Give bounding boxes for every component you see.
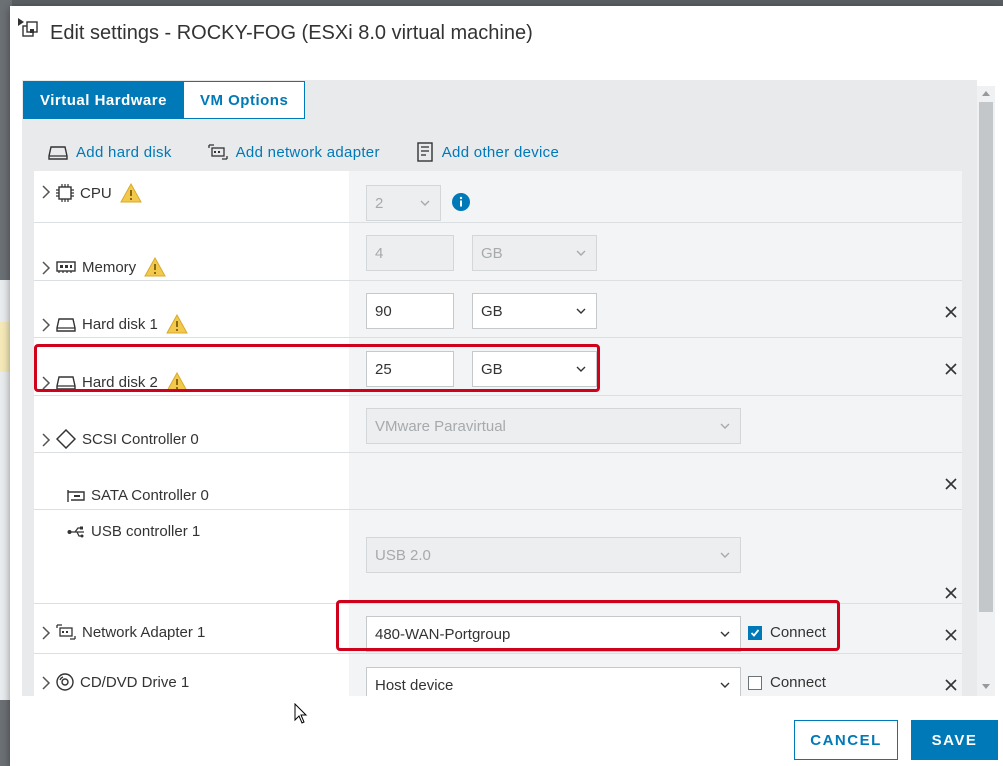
add-network-adapter-label: Add network adapter [235,143,380,161]
hard-disk-icon [56,318,76,332]
checkbox-unchecked-icon [748,675,762,690]
warning-icon [119,183,142,203]
network-label: Network Adapter 1 [82,623,206,641]
network-adapter-icon [56,624,76,640]
row-divider [34,337,962,338]
add-hard-disk-button[interactable]: Add hard disk [48,142,172,162]
scrollbar-thumb[interactable] [979,102,993,612]
add-hard-disk-label: Add hard disk [76,143,172,161]
network-row-label: Network Adapter 1 [56,623,205,641]
scsi-type-value: VMware Paravirtual [375,417,506,435]
remove-usb-close-icon[interactable] [944,586,958,600]
row-divider [34,509,962,510]
cpu-label: CPU [80,184,112,202]
row-divider [34,222,962,223]
expand-hard-disk-1-chevron-icon[interactable] [39,318,53,332]
cpu-count-select[interactable]: 2 [366,185,441,221]
expand-cdrom-chevron-icon[interactable] [39,676,53,690]
expand-memory-chevron-icon[interactable] [39,261,53,275]
scsi-type-select[interactable]: VMware Paravirtual [366,408,741,444]
cdrom-label: CD/DVD Drive 1 [80,673,190,691]
row-divider [34,653,962,654]
cancel-button[interactable]: CANCEL [794,720,898,760]
other-device-icon [417,142,433,162]
hard-disk-1-unit-value: GB [481,302,503,320]
sata-label: SATA Controller 0 [91,487,209,504]
memory-unit-value: GB [481,244,503,262]
memory-icon [56,261,76,273]
remove-hard-disk-1-close-icon[interactable] [944,305,958,319]
warning-icon [166,314,188,334]
memory-row-label: Memory [56,257,167,277]
memory-size-input[interactable]: 4 [366,235,454,271]
memory-label: Memory [82,258,137,276]
chevron-down-icon [720,552,730,558]
expand-scsi-chevron-icon[interactable] [39,433,53,447]
scroll-up-icon[interactable] [981,89,991,97]
row-divider [34,280,962,281]
network-adapter-highlight [336,600,840,651]
scsi-controller-icon [56,429,76,449]
vm-settings-icon [18,18,38,37]
usb-row-label: USB controller 1 [67,523,200,540]
vertical-scrollbar[interactable] [977,86,995,696]
cdrom-source-value: Host device [375,676,454,694]
remove-cdrom-close-icon[interactable] [944,678,958,692]
hard-disk-1-row-label: Hard disk 1 [56,314,188,334]
sata-controller-icon [67,489,85,502]
cdrom-connect-label: Connect [770,674,826,691]
cpu-row-label: CPU [56,183,142,203]
cpu-icon [56,184,74,202]
network-adapter-icon [207,144,228,160]
usb-type-select[interactable]: USB 2.0 [366,537,741,573]
tab-vm-options[interactable]: VM Options [183,81,306,119]
scsi-label: SCSI Controller 0 [82,430,199,448]
add-network-adapter-button[interactable]: Add network adapter [207,142,380,162]
expand-network-chevron-icon[interactable] [39,626,53,640]
tab-virtual-hardware[interactable]: Virtual Hardware [23,81,184,119]
cdrom-row-label: CD/DVD Drive 1 [56,673,189,691]
chevron-down-icon [720,682,730,688]
row-divider [34,395,962,396]
save-button[interactable]: SAVE [911,720,998,760]
chevron-down-icon [720,423,730,429]
scsi-row-label: SCSI Controller 0 [56,429,199,449]
edit-settings-dialog: Edit settings - ROCKY-FOG (ESXi 8.0 virt… [10,6,1003,766]
cdrom-connect-checkbox[interactable]: Connect [748,674,826,691]
add-other-device-label: Add other device [441,143,560,161]
cd-dvd-icon [56,673,74,691]
sata-row-label: SATA Controller 0 [67,487,209,504]
chevron-down-icon [576,250,586,256]
dialog-title: Edit settings - ROCKY-FOG (ESXi 8.0 virt… [50,22,533,44]
hard-disk-1-size-input[interactable]: 90 [366,293,454,329]
scroll-down-icon[interactable] [981,683,991,691]
remove-network-close-icon[interactable] [944,628,958,642]
usb-icon [67,526,84,537]
chevron-down-icon [420,200,430,206]
device-actions: Add hard disk Add network adapter Add ot… [48,142,595,162]
chevron-down-icon [576,308,586,314]
cdrom-source-select[interactable]: Host device [366,667,741,696]
remove-hard-disk-2-close-icon[interactable] [944,362,958,376]
usb-type-value: USB 2.0 [375,546,431,564]
info-icon[interactable] [452,193,470,211]
mouse-cursor-icon [294,703,308,724]
memory-unit-select[interactable]: GB [472,235,597,271]
usb-label: USB controller 1 [91,523,201,540]
remove-sata-close-icon[interactable] [944,477,958,491]
hard-disk-1-unit-select[interactable]: GB [472,293,597,329]
tab-bar: Virtual Hardware VM Options [23,81,306,119]
warning-icon [144,257,167,277]
hard-disk-1-label: Hard disk 1 [82,315,158,333]
hard-disk-icon [48,146,68,160]
cpu-count-value: 2 [375,194,384,212]
expand-cpu-chevron-icon[interactable] [39,185,53,199]
hard-disk-2-highlight [34,344,600,392]
add-other-device-button[interactable]: Add other device [416,142,559,162]
row-divider [34,452,962,453]
